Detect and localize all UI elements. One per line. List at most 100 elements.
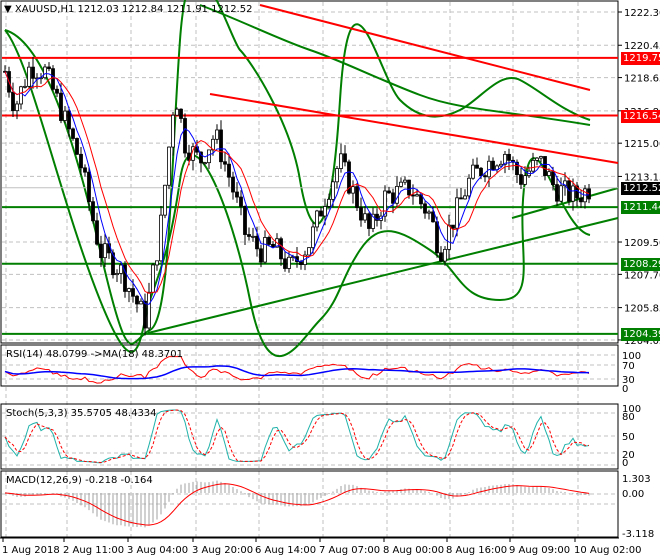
candle-body — [319, 210, 323, 217]
candle-body — [267, 237, 271, 245]
candle-body — [323, 206, 327, 217]
symbol-header[interactable]: ▼ XAUUSD,H1 1212.03 1212.84 1211.91 1212… — [4, 4, 252, 15]
candle-body — [31, 66, 35, 79]
candle-body — [463, 195, 467, 200]
candle-body — [231, 176, 235, 193]
candle-body — [147, 291, 151, 329]
candle-body — [219, 129, 223, 163]
candle-body — [55, 88, 59, 94]
candle-body — [23, 85, 27, 88]
macd-axis-label: 0.00 — [622, 489, 644, 500]
candle-body — [59, 92, 63, 121]
candle-body — [439, 252, 443, 262]
dropdown-triangle-icon[interactable]: ▼ — [4, 4, 12, 15]
candle-body — [227, 163, 231, 178]
candle-body — [279, 238, 283, 260]
axes: 1222.301220.451218.651216.801215.001213.… — [2, 8, 660, 556]
candle-body — [247, 234, 251, 237]
candle-body — [587, 188, 591, 200]
candle-body — [131, 288, 135, 297]
candle-body — [51, 68, 55, 90]
candle-body — [91, 201, 95, 222]
candle-body — [179, 108, 183, 119]
candle-body — [351, 186, 355, 194]
stoch-title: Stoch(5,3,3) 35.5705 48.4334 — [6, 408, 157, 419]
candle-body — [459, 197, 463, 200]
time-axis-label: 10 Aug 02:00 — [574, 545, 641, 556]
candle-body — [395, 185, 399, 204]
candle-body — [207, 149, 211, 164]
candle-body — [139, 300, 143, 305]
candle-body — [359, 207, 363, 221]
support-trendline — [147, 217, 619, 334]
current-price-tag: 1212.52 — [621, 181, 660, 195]
price-tick-label: 1205.85 — [624, 304, 660, 315]
candle-body — [43, 66, 47, 79]
rsi-axis-label: 70 — [622, 361, 635, 372]
macd-title: MACD(12,26,9) -0.218 -0.164 — [6, 475, 153, 486]
candle-body — [571, 185, 575, 202]
candle-body — [471, 164, 475, 179]
time-axis-label: 7 Aug 07:00 — [319, 545, 380, 556]
time-axis-label: 2 Aug 11:00 — [63, 545, 124, 556]
stoch-axis-label: 0 — [622, 458, 628, 469]
candle-body — [155, 260, 159, 266]
candle-body — [519, 174, 523, 185]
candle-body — [467, 177, 471, 197]
rsi-axis-label: 0 — [622, 384, 628, 395]
candle-body — [119, 264, 123, 274]
candle-body — [71, 128, 75, 139]
candle-body — [19, 86, 23, 105]
candle-body — [151, 264, 155, 293]
price-tick-label: 1218.65 — [624, 74, 660, 85]
time-axis-label: 9 Aug 09:00 — [509, 545, 570, 556]
candle-body — [367, 213, 371, 229]
candle-body — [99, 243, 103, 259]
price-tick-label: 1220.45 — [624, 41, 660, 52]
price-tick-label: 1207.70 — [624, 270, 660, 281]
price-tick-label: 1222.30 — [624, 8, 660, 19]
candle-body — [531, 159, 535, 172]
candle-body — [391, 192, 395, 204]
candle-body — [411, 194, 415, 197]
time-axis-label: 8 Aug 00:00 — [383, 545, 444, 556]
candle-body — [11, 91, 15, 112]
candle-body — [331, 181, 335, 200]
candle-body — [103, 243, 107, 259]
candle-body — [311, 226, 315, 249]
candle-body — [579, 197, 583, 203]
rsi-title: RSI(14) 48.0799 ->MA(18) 48.3701 — [6, 349, 183, 360]
time-axis-label: 3 Aug 04:00 — [127, 545, 188, 556]
candle-body — [47, 66, 51, 70]
candle-body — [79, 153, 83, 169]
time-axis-label: 6 Aug 14:00 — [255, 545, 316, 556]
candle-body — [159, 214, 163, 262]
candle-body — [335, 168, 339, 183]
candle-body — [491, 160, 495, 171]
level-price-tag: 1216.54 — [621, 109, 660, 123]
candle-body — [539, 156, 543, 159]
bollinger-bands — [4, 0, 591, 357]
candle-body — [543, 156, 547, 176]
candle-body — [559, 185, 563, 202]
trading-chart[interactable]: 1222.301220.451218.651216.801215.001213.… — [0, 0, 660, 560]
time-axis-label: 3 Aug 20:00 — [192, 545, 253, 556]
candle-body — [239, 196, 243, 207]
candle-body — [83, 167, 87, 173]
candle-body — [443, 248, 447, 262]
candle-body — [535, 157, 539, 161]
candle-body — [235, 191, 239, 198]
price-tick-label: 1215.00 — [624, 139, 660, 150]
candle-body — [255, 235, 259, 250]
candle-body — [403, 179, 407, 183]
level-price-tag: 1204.39 — [621, 327, 660, 341]
candle-body — [167, 146, 171, 186]
candle-body — [215, 129, 219, 140]
candle-body — [67, 110, 71, 130]
candle-body — [251, 235, 255, 238]
candle-body — [455, 197, 459, 229]
candle-body — [271, 243, 275, 248]
candle-body — [287, 256, 291, 269]
candle-body — [339, 153, 343, 169]
stoch-axis-label: 50 — [622, 432, 635, 443]
